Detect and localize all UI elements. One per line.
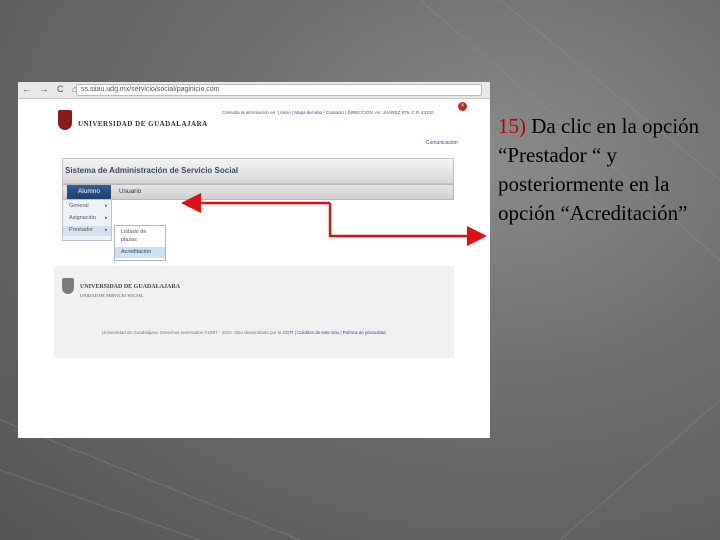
footer-shield-icon [62,278,74,294]
close-icon[interactable]: × [458,102,467,111]
browser-nav-icons[interactable]: ← → C ⌂ [22,84,80,94]
chevron-right-icon: ▸ [105,215,108,221]
university-logo-text: UNIVERSIDAD DE GUADALAJARA [78,120,208,128]
top-links-suffix: DIRECCIÓN: AV. JUÁREZ 976, C.P. 44100 [347,110,434,115]
university-shield-icon [58,110,72,130]
alumno-dropdown: General ▸ Asignación ▸ Prestador ▸ [62,199,112,241]
screenshot-frame: ← → C ⌂ ss.siiau.udg.mx/servicio/social/… [18,82,490,438]
dropdown-item-prestador[interactable]: Prestador [69,227,93,233]
link-inicio[interactable]: Inicio [280,110,291,115]
top-links: Consulta la información en: | Inicio | M… [222,110,434,115]
chevron-right-icon: ▸ [105,227,108,233]
chevron-right-icon: ▸ [105,203,108,209]
submenu-item-acreditacion[interactable]: Acreditación [115,247,165,258]
footer-copyright-text: Universidad de Guadalajara. Derechos res… [102,330,282,335]
menu-usuario[interactable]: Usuario [119,185,141,199]
footer: UNIVERSIDAD DE GUADALAJARA UNIDAD DE SER… [54,266,454,358]
prestador-submenu: Listado de plazas Acreditación [114,225,166,261]
footer-copyright: Universidad de Guadalajara. Derechos res… [102,330,386,335]
instruction-text: 15) Da clic en la opción “Prestador “ y … [498,112,708,228]
browser-toolbar: ← → C ⌂ ss.siiau.udg.mx/servicio/social/… [18,82,490,99]
link-mapa-sitio[interactable]: Mapa del sitio [294,110,322,115]
menu-alumno[interactable]: Alumno [67,185,111,199]
website: UNIVERSIDAD DE GUADALAJARA Consulta la i… [54,98,467,438]
footer-logo-line1: UNIVERSIDAD DE GUADALAJARA [80,284,181,290]
system-title-bar: Sistema de Administración de Servicio So… [62,158,454,184]
top-links-prefix: Consulta la información en: [222,110,277,115]
system-title: Sistema de Administración de Servicio So… [65,166,239,175]
main-menu: Alumno Usuario [62,184,454,200]
address-bar[interactable]: ss.siiau.udg.mx/servicio/social/paginici… [76,84,482,96]
instruction-body: Da clic en la opción “Prestador “ y post… [498,114,700,225]
contact-link[interactable]: Comunicación [426,140,458,146]
footer-links[interactable]: CGTI | Créditos de este sitio | Política… [283,330,386,335]
instruction-number: 15) [498,114,526,138]
footer-logo-line2: UNIDAD DE SERVICIO SOCIAL [80,293,144,298]
dropdown-item-general[interactable]: General [69,203,89,209]
link-contacto[interactable]: Contacto [326,110,344,115]
submenu-item-listado-plazas[interactable]: Listado de plazas [121,228,161,244]
dropdown-item-asignacion[interactable]: Asignación [69,215,96,221]
